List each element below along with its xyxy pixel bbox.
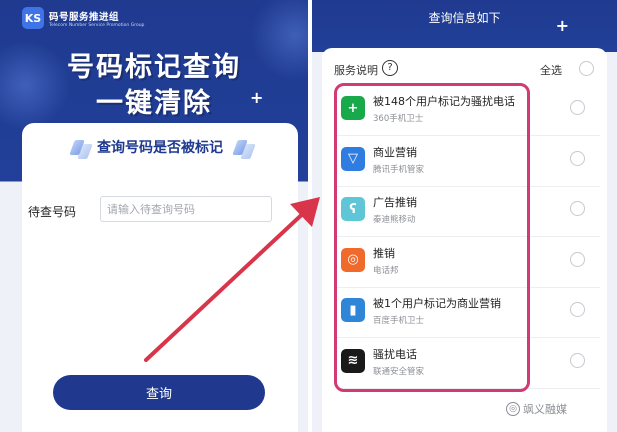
service-description-label: 服务说明 xyxy=(334,64,378,77)
brand-name: 码号服务推进组 xyxy=(49,11,120,23)
query-screen: KS 码号服务推进组 Telecom Number Service Promot… xyxy=(0,0,308,432)
highlight-frame xyxy=(334,83,530,392)
hero-title-line1: 号码标记查询 xyxy=(67,52,241,83)
query-button[interactable]: 查询 xyxy=(53,375,265,410)
item-select-radio[interactable] xyxy=(570,251,585,267)
results-title: 查询信息如下 xyxy=(428,11,501,25)
card-title: 查询号码是否被标记 xyxy=(97,140,223,156)
brand-logo-icon: KS xyxy=(22,7,44,29)
select-all-label: 全选 xyxy=(540,64,562,77)
brand-subtitle: Telecom Number Service Promotion Group xyxy=(49,22,145,28)
phone-number-input[interactable] xyxy=(100,196,272,222)
help-icon[interactable]: ? xyxy=(382,60,398,76)
item-select-radio[interactable] xyxy=(570,150,585,166)
results-header: 查询信息如下 + xyxy=(312,0,617,48)
item-select-radio[interactable] xyxy=(570,352,585,368)
service-row: 服务说明 ? 全选 xyxy=(322,58,607,80)
screenshot-composite: KS 码号服务推进组 Telecom Number Service Promot… xyxy=(0,0,617,432)
brand: KS 码号服务推进组 Telecom Number Service Promot… xyxy=(22,7,144,29)
phone-number-label: 待查号码 xyxy=(28,205,77,219)
watermark: ◎ 飒义融媒 xyxy=(506,401,567,417)
sparkle-icon: + xyxy=(555,16,569,35)
item-select-radio[interactable] xyxy=(570,302,585,317)
item-select-radio[interactable] xyxy=(570,201,585,216)
item-select-radio[interactable] xyxy=(570,100,585,115)
watermark-text: 飒义融媒 xyxy=(523,403,567,416)
watermark-logo-icon: ◎ xyxy=(506,402,520,416)
results-panel: 服务说明 ? 全选 + 被148个用户标记为骚扰电话 360手机卫士 ▽ 商业营销 腾讯手… xyxy=(322,48,607,432)
select-all-radio[interactable] xyxy=(579,61,594,76)
results-screen: 查询信息如下 + 服务说明 ? 全选 + 被148个用户标记为骚扰电话 360手机卫… xyxy=(312,0,617,432)
sparkle-icon: + xyxy=(250,88,264,107)
